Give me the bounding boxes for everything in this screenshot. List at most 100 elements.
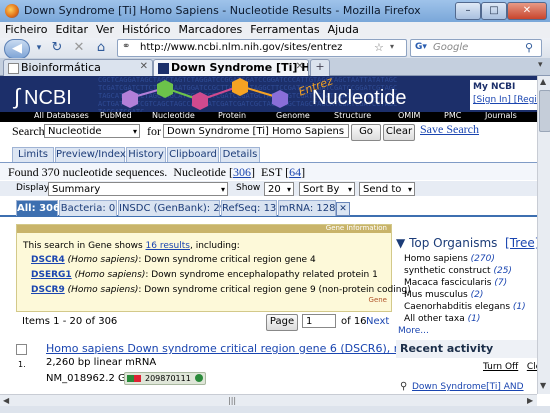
organism-item[interactable]: Macaca fascicularis (7) <box>404 278 507 288</box>
nav-all-databases[interactable]: All Databases <box>34 111 89 120</box>
scroll-up-icon[interactable]: ▲ <box>540 77 546 86</box>
scroll-thumb[interactable] <box>539 90 550 132</box>
close-tab-icon[interactable]: ✕ <box>296 61 304 72</box>
save-search-link[interactable]: Save Search <box>420 122 479 137</box>
scroll-right-icon[interactable]: ▶ <box>527 396 533 405</box>
nav-nucleotide[interactable]: Nucleotide <box>152 111 195 120</box>
tab-label: Down Syndrome [Ti] Hom... <box>171 61 308 74</box>
filter-tab-all[interactable]: All: 306 <box>16 200 60 216</box>
reload-icon[interactable]: ↻ <box>48 39 66 57</box>
menu-ferramentas[interactable]: Ferramentas <box>250 22 319 38</box>
search-placeholder[interactable]: Google <box>433 42 468 53</box>
filter-tab-insdc[interactable]: INSDC (GenBank): 293 <box>118 200 232 216</box>
tab-bioinformatica[interactable]: Bioinformática ✕ <box>3 59 153 76</box>
minimize-button[interactable]: – <box>455 2 481 20</box>
search-icon[interactable]: ⚲ <box>525 41 533 54</box>
tab-details[interactable]: Details <box>220 147 260 162</box>
database-select-value: Nucleotide <box>48 126 102 137</box>
nav-genome[interactable]: Genome <box>276 111 310 120</box>
address-bar[interactable]: ⚭ http://www.ncbi.nlm.nih.gov/sites/entr… <box>117 39 407 57</box>
more-organisms-link[interactable]: More... <box>398 326 429 336</box>
bookmark-star-icon[interactable]: ☆ <box>374 41 384 54</box>
organism-item[interactable]: Caenorhabditis elegans (1) <box>404 302 526 312</box>
web-search-box[interactable]: G▾ Google ⚲ <box>410 39 542 57</box>
filter-tab-refseq[interactable]: RefSeq: 13 <box>221 200 277 216</box>
organism-item[interactable]: All other taxa (1) <box>404 314 480 324</box>
go-button[interactable]: Go <box>351 124 381 141</box>
close-filter-icon[interactable]: ✕ <box>336 202 350 216</box>
organism-item[interactable]: Homo sapiens (270) <box>404 254 495 264</box>
est-count-link[interactable]: 64 <box>289 165 301 179</box>
tab-clipboard[interactable]: Clipboard <box>167 147 219 162</box>
filter-tab-mrna[interactable]: mRNA: 128 <box>278 200 336 216</box>
page-number-input[interactable]: 1 <box>302 314 336 328</box>
tab-list-icon[interactable]: ▾ <box>538 60 543 70</box>
nav-pmc[interactable]: PMC <box>444 111 461 120</box>
close-tab-icon[interactable]: ✕ <box>140 61 148 72</box>
result-checkbox[interactable] <box>16 344 27 355</box>
page-button[interactable]: Page <box>266 314 298 331</box>
site-identity-icon[interactable]: ⚭ <box>122 41 130 52</box>
gene-symbol-link[interactable]: DSERG1 <box>31 270 72 280</box>
database-select[interactable]: Nucleotide ▾ <box>44 124 140 138</box>
menu-ver[interactable]: Ver <box>96 22 114 38</box>
recent-search-link[interactable]: Down Syndrome[Ti] AND <box>412 382 524 392</box>
display-label: Display <box>16 183 50 193</box>
url-dropdown-icon[interactable]: ▾ <box>390 42 394 51</box>
home-icon[interactable]: ⌂ <box>92 39 110 57</box>
maximize-button[interactable]: □ <box>481 2 507 20</box>
history-dropdown-icon[interactable]: ▾ <box>30 39 48 57</box>
menu-ajuda[interactable]: Ajuda <box>328 22 359 38</box>
nav-structure[interactable]: Structure <box>334 111 371 120</box>
tab-history[interactable]: History <box>126 147 166 162</box>
gene-symbol-link[interactable]: DSCR4 <box>31 255 65 265</box>
nav-journals[interactable]: Journals <box>485 111 517 120</box>
next-page-link[interactable]: Next <box>366 316 389 327</box>
nav-omim[interactable]: OMIM <box>398 111 420 120</box>
menu-editar[interactable]: Editar <box>55 22 88 38</box>
tab-down-syndrome[interactable]: Down Syndrome [Ti] Hom... ✕ <box>153 59 309 76</box>
nav-protein[interactable]: Protein <box>218 111 246 120</box>
organism-item[interactable]: synthetic construct (25) <box>404 266 512 276</box>
nav-pubmed[interactable]: PubMed <box>100 111 132 120</box>
send-to-select[interactable]: Send to ▾ <box>359 182 415 196</box>
scroll-down-icon[interactable]: ▼ <box>540 381 546 390</box>
navigation-toolbar: ◀ ▾ ↻ ✕ ⌂ ⚭ http://www.ncbi.nlm.nih.gov/… <box>0 38 550 59</box>
stop-icon[interactable]: ✕ <box>70 39 88 57</box>
display-format-select[interactable]: Summary ▾ <box>48 182 228 196</box>
tree-link[interactable]: [Tree] <box>505 236 537 250</box>
close-button[interactable]: ✕ <box>507 2 547 20</box>
scroll-left-icon[interactable]: ◀ <box>3 396 9 405</box>
organism-name: All other taxa <box>404 314 465 324</box>
organism-item[interactable]: Mus musculus (2) <box>404 290 483 300</box>
show-count-select[interactable]: 20 ▾ <box>264 182 294 196</box>
filter-tab-bacteria[interactable]: Bacteria: 0 <box>59 200 117 216</box>
top-organisms-heading[interactable]: ▼ Top Organisms [Tree] <box>396 236 537 250</box>
sort-by-select[interactable]: Sort By ▾ <box>299 182 355 196</box>
vertical-scrollbar[interactable]: ▲ ▼ <box>537 76 550 394</box>
menu-ficheiro[interactable]: Ficheiro <box>5 22 47 38</box>
new-tab-button[interactable]: + <box>310 59 330 76</box>
ncbi-logo[interactable]: ∫ NCBI <box>14 84 72 110</box>
back-button[interactable]: ◀ <box>4 39 30 59</box>
menu-historico[interactable]: Histórico <box>122 22 170 38</box>
chevron-down-icon: ▾ <box>132 127 137 136</box>
tab-preview-index[interactable]: Preview/Index <box>55 147 126 162</box>
page-count-label: of 16 <box>341 316 367 327</box>
url-text[interactable]: http://www.ncbi.nlm.nih.gov/sites/entrez <box>140 42 342 53</box>
scroll-grip-icon[interactable]: ||| <box>228 396 236 405</box>
clear-button[interactable]: Clear <box>383 124 415 141</box>
clear-link[interactable]: Clear <box>527 362 537 372</box>
gi-badge[interactable]: 209870111 <box>124 372 206 385</box>
organism-count: (2) <box>470 290 484 300</box>
search-term-input[interactable]: Down Syndrome [Ti] Homo Sapiens <box>163 124 349 138</box>
nucleotide-count-link[interactable]: 306 <box>233 165 251 179</box>
google-engine-icon[interactable]: G▾ <box>415 42 427 52</box>
gene-results-link[interactable]: 16 results <box>146 241 190 251</box>
sign-in-register-links[interactable]: [Sign In] [Regist <box>473 95 537 105</box>
gene-symbol-link[interactable]: DSCR9 <box>31 285 65 295</box>
turn-off-link[interactable]: Turn Off <box>483 362 518 372</box>
tab-limits[interactable]: Limits <box>12 147 54 162</box>
menu-marcadores[interactable]: Marcadores <box>178 22 242 38</box>
result-title-link[interactable]: Homo sapiens Down syndrome critical regi… <box>46 342 428 355</box>
